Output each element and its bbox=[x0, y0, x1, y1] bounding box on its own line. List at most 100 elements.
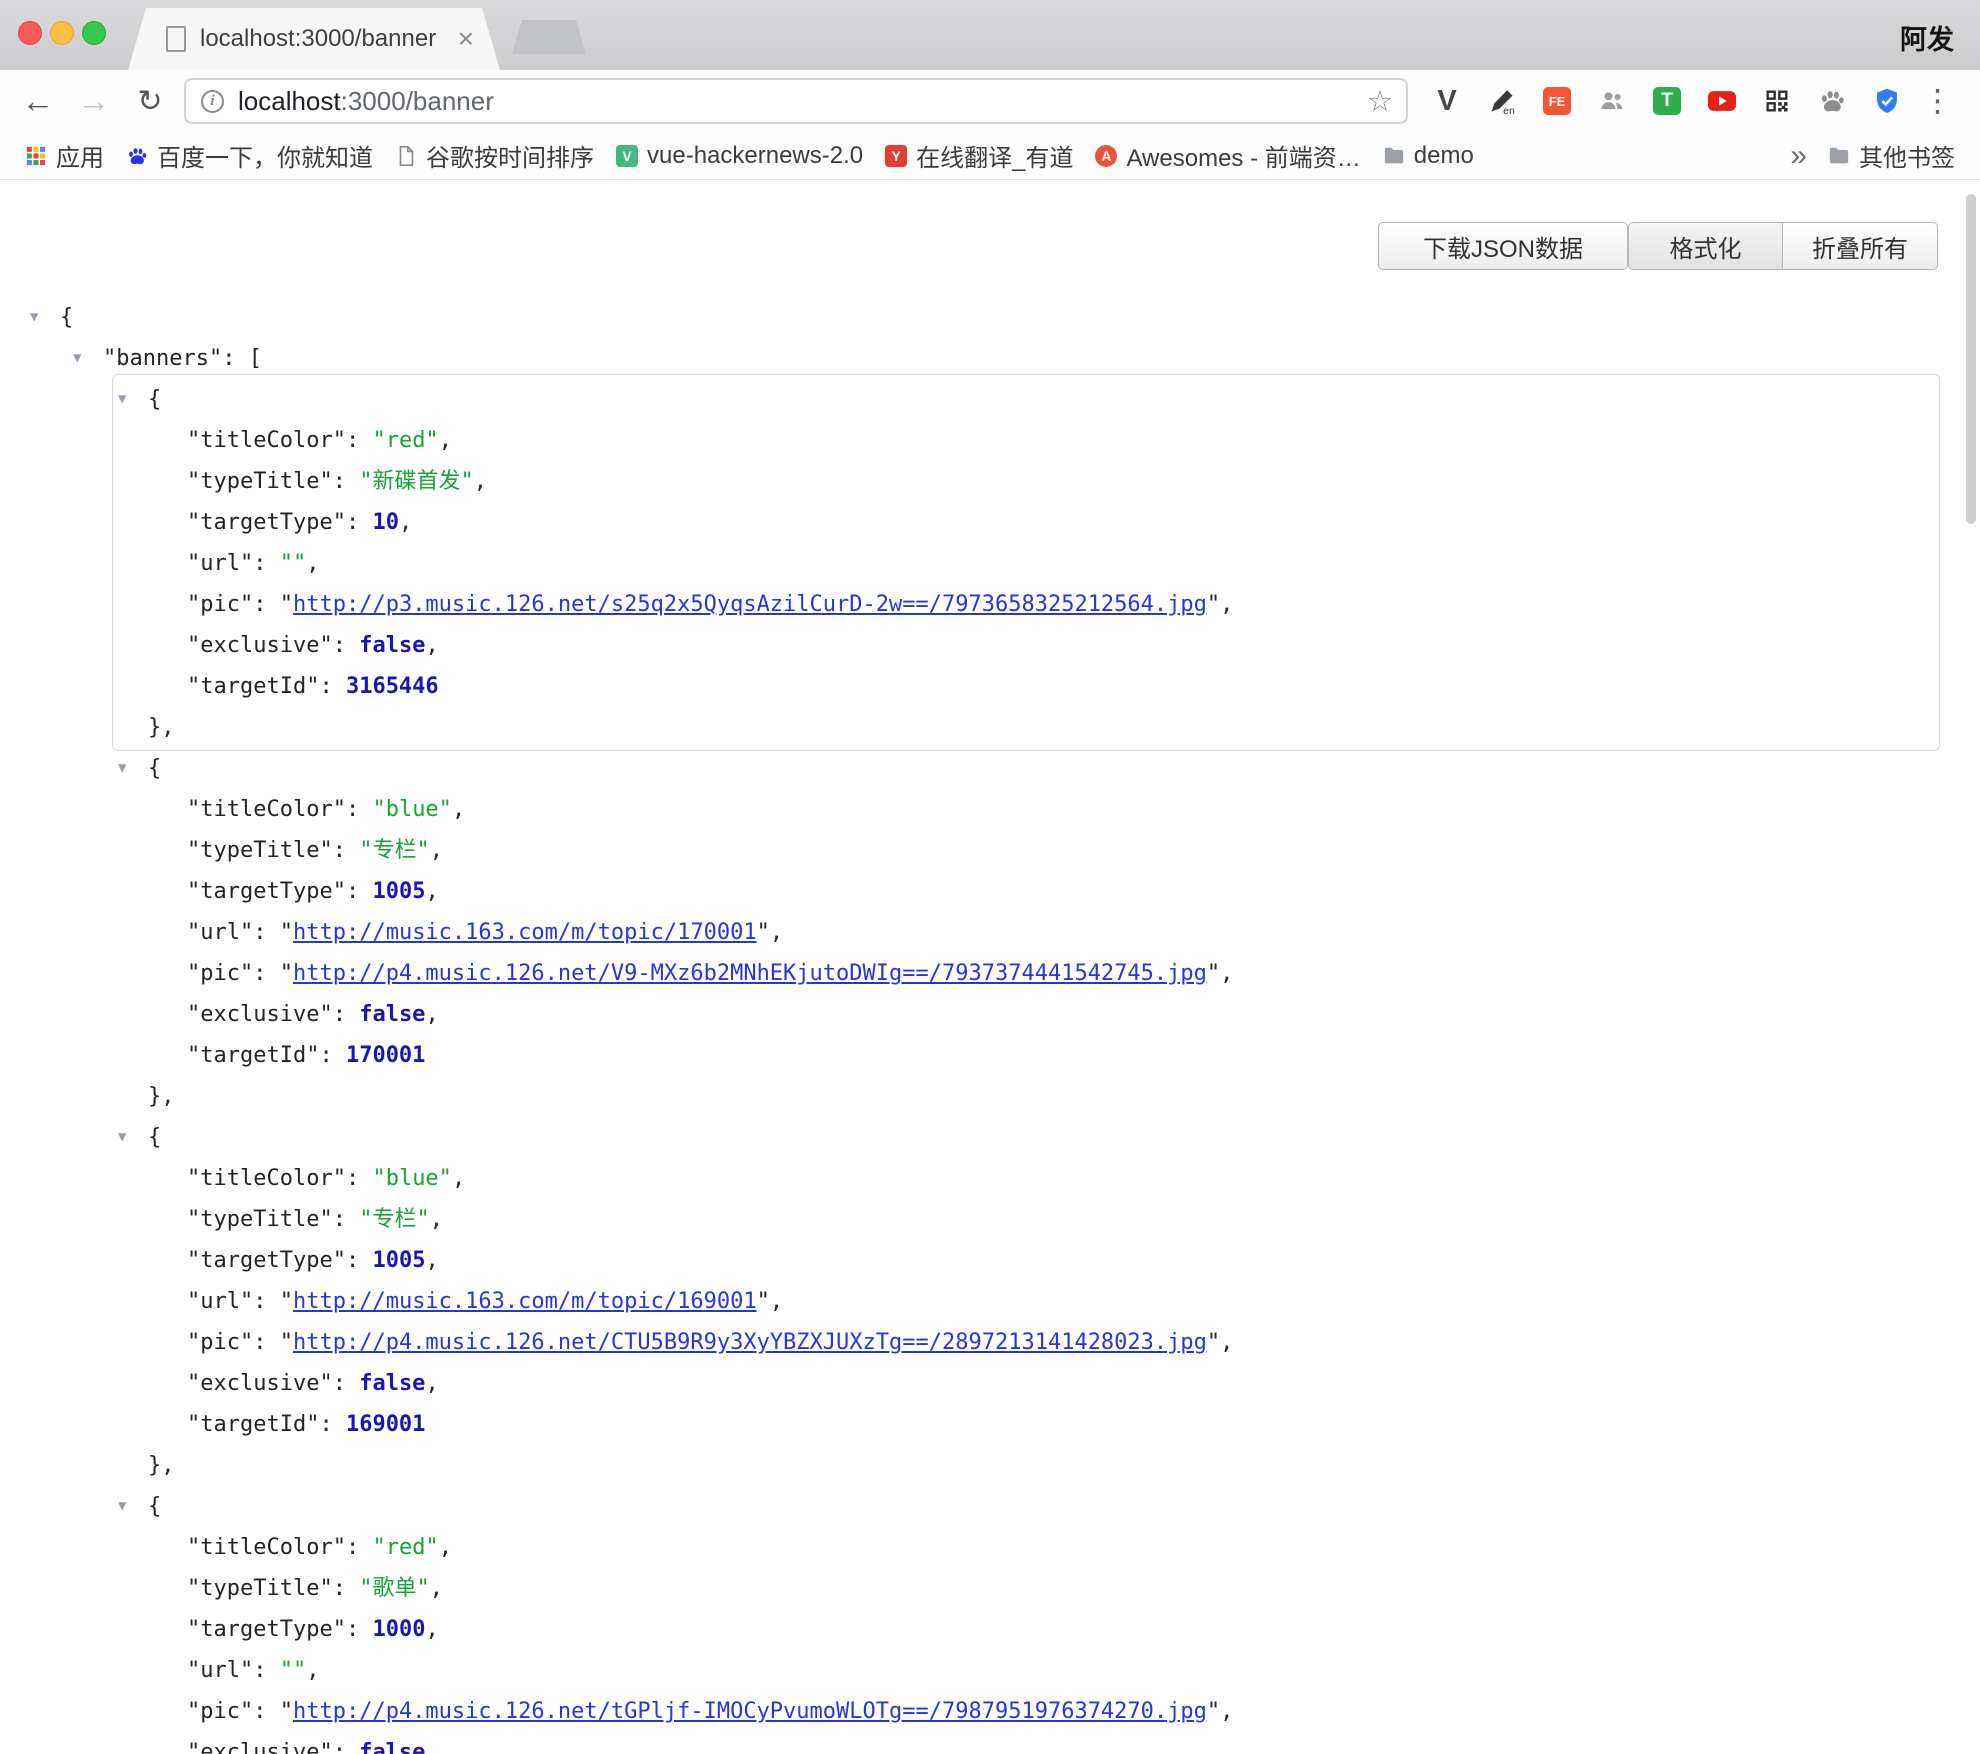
json-punct: , bbox=[306, 551, 319, 576]
json-string: "专栏" bbox=[359, 1207, 430, 1232]
paw-icon[interactable] bbox=[1817, 86, 1847, 116]
json-punct: : bbox=[333, 1576, 360, 1601]
apps-grid-icon bbox=[25, 145, 47, 167]
url-text: localhost:3000/banner bbox=[238, 86, 494, 117]
bookmark-star-icon[interactable]: ☆ bbox=[1367, 84, 1393, 119]
maximize-window-button[interactable] bbox=[82, 21, 106, 45]
translate-pen-icon[interactable]: en bbox=[1487, 86, 1517, 116]
profile-name[interactable]: 阿发 bbox=[1900, 18, 1954, 57]
v-extension-icon[interactable]: V bbox=[1432, 86, 1462, 116]
json-punct: , bbox=[1220, 1699, 1233, 1724]
bookmark-google-sort[interactable]: 谷歌按时间排序 bbox=[384, 135, 605, 176]
json-punct: : bbox=[319, 1043, 346, 1068]
collapse-toggle-icon[interactable]: ▼ bbox=[118, 1117, 148, 1158]
json-url-link[interactable]: http://p4.music.126.net/CTU5B9R9y3XyYBZX… bbox=[293, 1330, 1207, 1355]
json-property: "titleColor": "red", bbox=[0, 420, 1980, 461]
bookmark-vue-hackernews[interactable]: V vue-hackernews-2.0 bbox=[605, 139, 874, 173]
json-property: "titleColor": "blue", bbox=[0, 789, 1980, 830]
json-property: "targetType": 1005, bbox=[0, 1240, 1980, 1281]
bookmark-demo-folder[interactable]: demo bbox=[1372, 139, 1485, 173]
people-icon[interactable] bbox=[1597, 86, 1627, 116]
json-string: "blue" bbox=[372, 1166, 451, 1191]
json-key: "typeTitle" bbox=[187, 1576, 333, 1601]
collapse-toggle-icon[interactable]: ▼ bbox=[118, 1486, 148, 1527]
qrcode-icon[interactable] bbox=[1762, 86, 1792, 116]
json-punct: : bbox=[346, 1248, 373, 1273]
collapse-toggle-icon[interactable]: ▼ bbox=[118, 379, 148, 420]
json-property: "pic": "http://p3.music.126.net/s25q2x5Q… bbox=[0, 584, 1980, 625]
json-tree: ▼{▼"banners": [▼{"titleColor": "red","ty… bbox=[0, 297, 1980, 1754]
json-property: "pic": "http://p4.music.126.net/V9-MXz6b… bbox=[0, 953, 1980, 994]
json-punct: { bbox=[60, 305, 73, 330]
collapse-toggle-icon[interactable]: ▼ bbox=[30, 297, 60, 338]
viewer-button-group: 格式化 折叠所有 bbox=[1628, 222, 1938, 270]
json-punct: , bbox=[439, 1535, 452, 1560]
forward-button[interactable]: → bbox=[66, 82, 122, 120]
json-url-link[interactable]: http://p4.music.126.net/tGPljf-IMOCyPvum… bbox=[293, 1699, 1207, 1724]
json-punct: : bbox=[333, 838, 360, 863]
bookmark-baidu[interactable]: 百度一下，你就知道 bbox=[115, 135, 384, 176]
scrollbar[interactable] bbox=[1966, 194, 1976, 524]
json-property: "url": "http://music.163.com/m/topic/169… bbox=[0, 1281, 1980, 1322]
json-url-link[interactable]: http://music.163.com/m/topic/169001 bbox=[293, 1289, 757, 1314]
json-key: "targetType" bbox=[187, 879, 346, 904]
close-tab-icon[interactable]: × bbox=[458, 25, 474, 53]
json-number: 10 bbox=[372, 510, 399, 535]
new-tab-button[interactable] bbox=[512, 20, 586, 54]
browser-menu-icon[interactable]: ⋮ bbox=[1922, 83, 1952, 119]
collapse-all-button[interactable]: 折叠所有 bbox=[1783, 222, 1938, 270]
json-string: "歌单" bbox=[359, 1576, 430, 1601]
json-key: "exclusive" bbox=[187, 1740, 333, 1754]
reload-button[interactable]: ↻ bbox=[122, 84, 178, 119]
page-info-icon[interactable]: i bbox=[201, 90, 224, 113]
address-bar[interactable]: i localhost:3000/banner ☆ bbox=[184, 78, 1408, 124]
json-url-link[interactable]: http://p4.music.126.net/V9-MXz6b2MNhEKju… bbox=[293, 961, 1207, 986]
tab-title: localhost:3000/banner bbox=[200, 25, 444, 53]
other-bookmarks[interactable]: 其他书签 bbox=[1817, 135, 1966, 176]
browser-tab[interactable]: localhost:3000/banner × bbox=[128, 8, 500, 70]
json-property: "typeTitle": "专栏", bbox=[0, 1199, 1980, 1240]
json-punct: , bbox=[1220, 1330, 1233, 1355]
json-punct: : bbox=[346, 510, 373, 535]
t-shield-icon[interactable]: T bbox=[1652, 86, 1682, 116]
bookmark-awesomes[interactable]: A Awesomes - 前端资… bbox=[1084, 135, 1371, 176]
json-property: "exclusive": false, bbox=[0, 994, 1980, 1035]
youtube-icon[interactable] bbox=[1707, 86, 1737, 116]
json-punct: : bbox=[346, 428, 373, 453]
shield-check-icon[interactable] bbox=[1872, 86, 1902, 116]
bookmark-apps[interactable]: 应用 bbox=[14, 135, 115, 176]
bookmarks-overflow-chevron[interactable]: » bbox=[1780, 139, 1817, 173]
json-key: "targetId" bbox=[187, 1412, 319, 1437]
collapse-toggle-icon[interactable]: ▼ bbox=[118, 748, 148, 789]
folder-icon bbox=[1383, 145, 1405, 167]
bookmark-label: 应用 bbox=[56, 138, 104, 173]
json-punct: }, bbox=[148, 1084, 175, 1109]
json-boolean: false bbox=[359, 1371, 425, 1396]
json-punct: , bbox=[306, 1658, 319, 1683]
json-punct: : bbox=[319, 1412, 346, 1437]
bookmark-label: 在线翻译_有道 bbox=[916, 138, 1073, 173]
json-property: "targetType": 10, bbox=[0, 502, 1980, 543]
json-key: "url" bbox=[187, 551, 253, 576]
json-boolean: false bbox=[359, 633, 425, 658]
format-button[interactable]: 格式化 bbox=[1628, 222, 1783, 270]
bookmark-youdao[interactable]: Y 在线翻译_有道 bbox=[874, 135, 1084, 176]
collapse-toggle-icon[interactable]: ▼ bbox=[73, 338, 103, 379]
json-property: "typeTitle": "新碟首发", bbox=[0, 461, 1980, 502]
json-punct: " bbox=[280, 920, 293, 945]
close-window-button[interactable] bbox=[18, 21, 42, 45]
json-property: "typeTitle": "专栏", bbox=[0, 830, 1980, 871]
json-key: "titleColor" bbox=[187, 428, 346, 453]
json-url-link[interactable]: http://p3.music.126.net/s25q2x5QyqsAzilC… bbox=[293, 592, 1207, 617]
download-json-button[interactable]: 下载JSON数据 bbox=[1378, 222, 1628, 270]
json-key: "url" bbox=[187, 1289, 253, 1314]
json-property: "pic": "http://p4.music.126.net/tGPljf-I… bbox=[0, 1691, 1980, 1732]
json-url-link[interactable]: http://music.163.com/m/topic/170001 bbox=[293, 920, 757, 945]
back-button[interactable]: ← bbox=[10, 82, 66, 120]
minimize-window-button[interactable] bbox=[50, 21, 74, 45]
json-punct: : bbox=[253, 1330, 280, 1355]
fehelper-icon[interactable]: FE bbox=[1542, 86, 1572, 116]
json-key: "targetId" bbox=[187, 674, 319, 699]
json-punct: : bbox=[253, 961, 280, 986]
json-punct: : bbox=[333, 1740, 360, 1754]
